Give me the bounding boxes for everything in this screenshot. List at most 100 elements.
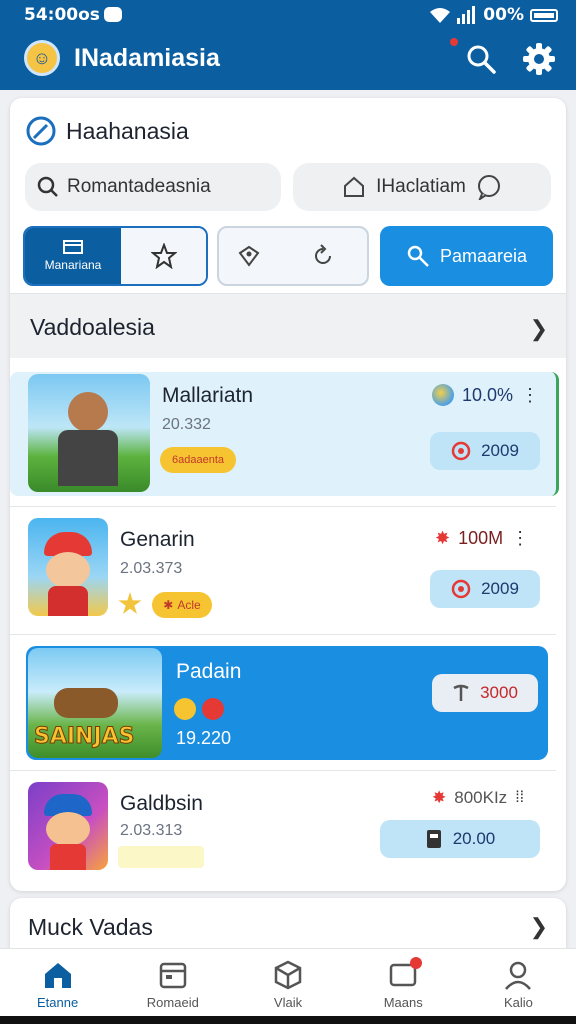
battery-percent: 00%: [483, 5, 524, 25]
game-thumbnail: [28, 374, 150, 492]
game-badge: ✱ Acle: [152, 592, 212, 618]
list-item-selected[interactable]: SAINJAS Padain 19.220 3000: [26, 646, 548, 760]
gear-icon[interactable]: [522, 42, 556, 76]
game-stat-value: 100M: [458, 528, 504, 548]
more-icon[interactable]: ⁞⁞: [515, 789, 524, 807]
card-header: Haahanasia: [26, 116, 189, 146]
game-subtitle: 2.03.313: [120, 822, 183, 839]
notification-icon: [104, 7, 122, 22]
more-icon[interactable]: ⋮: [521, 385, 539, 406]
chat-icon[interactable]: [476, 174, 502, 200]
game-stat: ✸ 100M ⋮: [435, 528, 529, 549]
game-emoji-badges: [174, 698, 224, 720]
star-icon: [150, 243, 177, 269]
chevron-right-icon: ❯: [529, 914, 548, 939]
tag-icon: [407, 245, 429, 267]
more-icon[interactable]: ⋮: [511, 528, 529, 549]
section-title: Muck Vadas: [28, 914, 153, 940]
home-icon: [44, 963, 71, 988]
burst-icon: ✸: [432, 788, 447, 807]
game-thumbnail: [28, 782, 108, 870]
list-item[interactable]: Mallariatn 20.332 6adaaenta 10.0% ⋮ 2009: [10, 372, 559, 496]
location-field[interactable]: IHaclatiam: [293, 163, 551, 211]
system-gesture-bar: [0, 1016, 576, 1024]
tab-location[interactable]: [219, 228, 279, 284]
tab-favorite[interactable]: [121, 228, 206, 284]
pickaxe-icon: [453, 684, 469, 701]
notification-dot: [450, 38, 458, 46]
nav-label: Kalio: [503, 995, 533, 1010]
game-chip-value: 3000: [480, 683, 518, 702]
row-divider: [10, 506, 556, 507]
search-icon: [37, 176, 58, 197]
nav-item-home[interactable]: Etanne: [0, 949, 115, 1025]
pin-icon: [238, 245, 260, 267]
game-subtitle: 19.220: [176, 728, 232, 748]
game-title: Genarin: [120, 528, 195, 551]
search-field[interactable]: Romantadeasnia: [25, 163, 281, 211]
list-item[interactable]: Galdbsin 2.03.313 ✸ 800KIz ⁞⁞ 20.00: [10, 780, 556, 880]
game-chip[interactable]: 3000: [432, 674, 538, 712]
main-card: Haahanasia Romantadeasnia IHaclatiam Man…: [10, 98, 566, 891]
search-field-text: Romantadeasnia: [67, 176, 211, 197]
app-logo[interactable]: ☺: [24, 40, 60, 76]
document-icon: [426, 830, 441, 848]
folder-icon: [63, 240, 83, 254]
nav-item-messages[interactable]: Maans: [346, 949, 461, 1025]
tab-group-secondary: [217, 226, 369, 286]
bottom-navigation: Etanne Romaeid Vlaik Maans Kalio: [0, 948, 576, 1025]
game-badge-label: Acle: [177, 598, 201, 612]
action-button-label: Pamaareia: [439, 245, 528, 266]
globe-icon: [432, 384, 454, 406]
tab-group-primary: Manariana: [23, 226, 208, 286]
signal-icon: [457, 6, 476, 24]
location-field-text: IHaclatiam: [376, 176, 466, 197]
game-subtitle: 2.03.373: [120, 560, 183, 577]
tab-selected-label: Manariana: [44, 258, 102, 272]
section-title: Vaddoalesia: [30, 314, 155, 340]
nav-item-profile[interactable]: Kalio: [461, 949, 576, 1025]
game-title: Padain: [176, 660, 242, 683]
refresh-icon: [315, 244, 331, 264]
status-indicators: 00%: [429, 5, 558, 25]
nav-item-calendar[interactable]: Romaeid: [115, 949, 230, 1025]
game-banner-text: SAINJAS: [34, 724, 136, 750]
nav-label: Romaeid: [146, 995, 199, 1010]
star-badge-icon: [118, 592, 142, 614]
game-subtitle: 20.332: [162, 416, 211, 433]
game-stat: ✸ 800KIz ⁞⁞: [432, 788, 524, 808]
card-title: Haahanasia: [66, 117, 189, 144]
game-stat: 10.0% ⋮: [432, 384, 539, 406]
section-header[interactable]: Vaddoalesia ❯: [10, 293, 566, 358]
profile-icon: [505, 961, 532, 990]
chevron-right-icon: ❯: [529, 316, 548, 341]
calendar-icon: [159, 962, 187, 989]
game-badge: 6adaaenta: [160, 447, 236, 473]
game-stat-value: 800KIz: [454, 788, 508, 807]
status-time: 54:00os: [24, 5, 100, 25]
game-chip[interactable]: 2009: [430, 432, 540, 470]
nav-item-box[interactable]: Vlaik: [230, 949, 345, 1025]
row-divider: [10, 634, 556, 635]
wifi-icon: [430, 8, 451, 23]
game-chip[interactable]: 2009: [430, 570, 540, 608]
game-chip-value: 2009: [481, 441, 519, 460]
tab-selected[interactable]: Manariana: [25, 228, 121, 284]
list-item[interactable]: Genarin 2.03.373 ✱ Acle ✸ 100M ⋮ 2009: [10, 516, 556, 622]
app-title: INadamiasia: [74, 44, 220, 72]
burst-icon: ✸: [435, 528, 451, 548]
game-badge-placeholder: [118, 846, 204, 868]
search-icon[interactable]: [466, 44, 496, 74]
game-stat-value: 10.0%: [462, 384, 514, 405]
game-thumbnail: SAINJAS: [28, 648, 162, 758]
notification-dot: [409, 957, 422, 969]
flame-icon: ✱: [163, 598, 174, 612]
tab-refresh[interactable]: [279, 228, 367, 284]
action-button[interactable]: Pamaareia: [380, 226, 553, 286]
game-chip[interactable]: 20.00: [380, 820, 540, 858]
nav-label: Maans: [383, 995, 423, 1010]
home-icon: [344, 176, 365, 197]
status-bar: 54:00os 00%: [0, 0, 576, 30]
game-title: Mallariatn: [162, 384, 254, 407]
target-icon: [451, 441, 471, 461]
